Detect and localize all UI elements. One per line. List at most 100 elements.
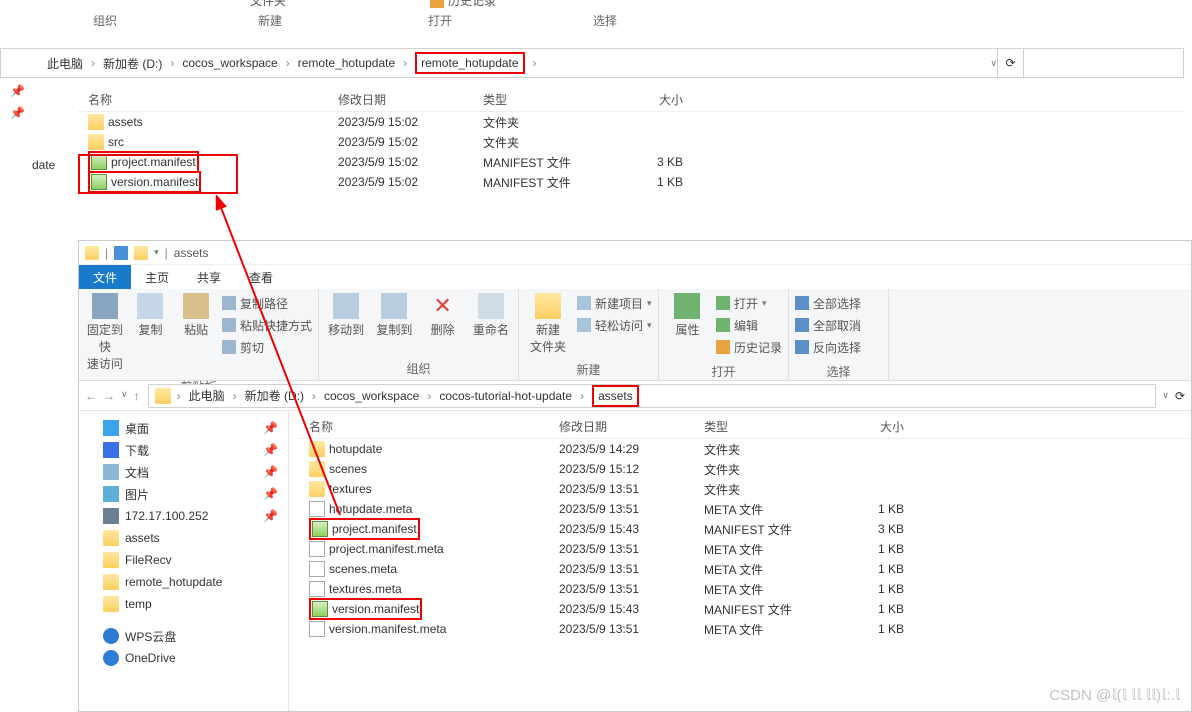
checkbox-icon[interactable] [114,246,128,260]
col-name[interactable]: 名称 [78,91,338,108]
sidebar-item[interactable]: 桌面📌 [79,417,288,439]
chevron-right-icon: › [578,389,586,403]
sidebar-item[interactable]: temp [79,593,288,615]
easy-access[interactable]: 轻松访问▾ [577,315,652,335]
table-row[interactable]: version.manifest.meta2023/5/9 13:51META … [299,619,1191,639]
edit-button[interactable]: 编辑 [716,315,782,335]
sidebar-icon [103,442,119,458]
col-date[interactable]: 修改日期 [338,91,483,108]
group-organize: 组织 [319,358,518,380]
table-row[interactable]: assets2023/5/9 15:02文件夹 [78,112,1184,132]
table-row[interactable]: scenes2023/5/9 15:12文件夹 [299,459,1191,479]
breadcrumb-segment[interactable]: remote_hotupdate [409,49,530,77]
refresh-button[interactable]: ⟳ [997,49,1023,77]
titlebar: | ▾ | assets [79,241,1191,265]
bc-dropdown[interactable]: ∨ [990,58,997,69]
col-type[interactable]: 类型 [483,91,603,108]
chevron-right-icon: › [310,389,318,403]
file-icon [309,561,325,577]
breadcrumb-segment[interactable]: cocos_workspace [176,49,283,77]
pin-to-quick-access[interactable]: 固定到快 速访问 [85,293,125,372]
file-name: assets [108,115,143,129]
win2-sidebar: 桌面📌下载📌文档📌图片📌172.17.100.252📌assetsFileRec… [79,411,289,711]
folder-icon [309,441,325,457]
table-row[interactable]: project.manifest2023/5/9 15:43MANIFEST 文… [299,519,1191,539]
breadcrumb-segment[interactable]: assets [586,385,645,407]
rename-button[interactable]: 重命名 [470,293,512,338]
sidebar-label: WPS云盘 [125,628,176,645]
table-row[interactable]: hotupdate2023/5/9 14:29文件夹 [299,439,1191,459]
table-row[interactable]: src2023/5/9 15:02文件夹 [78,132,1184,152]
history-button[interactable]: 历史记录 [716,337,782,357]
breadcrumb-segment[interactable]: cocos-tutorial-hot-update [433,389,578,403]
invert-select[interactable]: 反向选择 [795,337,861,357]
group-new: 新建 [519,359,658,381]
new-folder[interactable]: 新建 文件夹 [525,293,571,355]
tab-home[interactable]: 主页 [131,265,183,289]
breadcrumb-segment[interactable]: 新加卷 (D:) [239,387,310,404]
sidebar-label: 文档 [125,464,149,481]
select-all[interactable]: 全部选择 [795,293,861,313]
sidebar-item[interactable]: OneDrive [79,647,288,669]
select-none[interactable]: 全部取消 [795,315,861,335]
tab-view[interactable]: 查看 [235,265,287,289]
tab-file[interactable]: 文件 [79,265,131,289]
paste-shortcut[interactable]: 粘贴快捷方式 [222,315,312,335]
search-input[interactable] [1023,49,1183,77]
table-row[interactable]: textures2023/5/9 13:51文件夹 [299,479,1191,499]
table-row[interactable]: textures.meta2023/5/9 13:51META 文件1 KB [299,579,1191,599]
sidebar-label: assets [125,531,160,545]
col-type[interactable]: 类型 [704,418,824,435]
pin-icon: 📌 [10,106,25,120]
paste-button[interactable]: 粘贴 [176,293,216,338]
breadcrumb-segment[interactable]: cocos_workspace [318,389,425,403]
copy-to[interactable]: 复制到 [373,293,415,338]
sidebar-item[interactable]: 文档📌 [79,461,288,483]
file-name: src [108,135,124,149]
sidebar-icon [103,420,119,436]
sidebar-item[interactable]: 下载📌 [79,439,288,461]
refresh-button[interactable]: ⟳ [1175,389,1185,403]
sidebar-item[interactable]: remote_hotupdate [79,571,288,593]
new-item[interactable]: 新建项目▾ [577,293,652,313]
pin-icon: 📌 [263,509,278,523]
list-header: 名称 修改日期 类型 大小 [78,88,1184,112]
sidebar-item[interactable]: FileRecv [79,549,288,571]
sidebar-item[interactable]: 172.17.100.252📌 [79,505,288,527]
nav-forward[interactable]: → [103,389,115,403]
sidebar-item[interactable]: WPS云盘 [79,625,288,647]
tab-share[interactable]: 共享 [183,265,235,289]
chevron-right-icon: › [531,56,539,70]
sidebar-item[interactable]: assets [79,527,288,549]
col-size[interactable]: 大小 [824,418,904,435]
col-size[interactable]: 大小 [603,91,683,108]
open-button[interactable]: 打开▾ [716,293,782,313]
col-date[interactable]: 修改日期 [559,418,704,435]
breadcrumb-segment[interactable]: 此电脑 [183,387,231,404]
table-row[interactable]: version.manifest2023/5/9 15:43MANIFEST 文… [299,599,1191,619]
sidebar-icon [103,596,119,612]
nav-back[interactable]: ← [85,389,97,403]
sidebar-item[interactable]: 图片📌 [79,483,288,505]
delete-button[interactable]: ✕删除 [422,293,464,338]
properties-button[interactable]: 属性 [665,293,710,338]
breadcrumb-segment[interactable]: 此电脑 [41,49,89,77]
annotation-box [78,154,238,194]
table-row[interactable]: project.manifest.meta2023/5/9 13:51META … [299,539,1191,559]
nav-up[interactable]: ↑ [134,389,140,403]
chevron-right-icon: › [231,389,239,403]
breadcrumb-segment[interactable]: remote_hotupdate [292,49,401,77]
move-to[interactable]: 移动到 [325,293,367,338]
col-name[interactable]: 名称 [299,418,559,435]
copy-path[interactable]: 复制路径 [222,293,312,313]
sidebar-label: OneDrive [125,651,176,665]
cut-button[interactable]: 剪切 [222,337,312,357]
table-row[interactable]: project.manifest2023/5/9 15:02MANIFEST 文… [78,152,1184,172]
bc-dropdown[interactable]: ∨ [1162,390,1169,401]
nav-history[interactable]: ∨ [121,389,128,403]
table-row[interactable]: hotupdate.meta2023/5/9 13:51META 文件1 KB [299,499,1191,519]
table-row[interactable]: version.manifest2023/5/9 15:02MANIFEST 文… [78,172,1184,192]
copy-button[interactable]: 复制 [131,293,171,338]
breadcrumb-segment[interactable]: 新加卷 (D:) [97,49,168,77]
table-row[interactable]: scenes.meta2023/5/9 13:51META 文件1 KB [299,559,1191,579]
